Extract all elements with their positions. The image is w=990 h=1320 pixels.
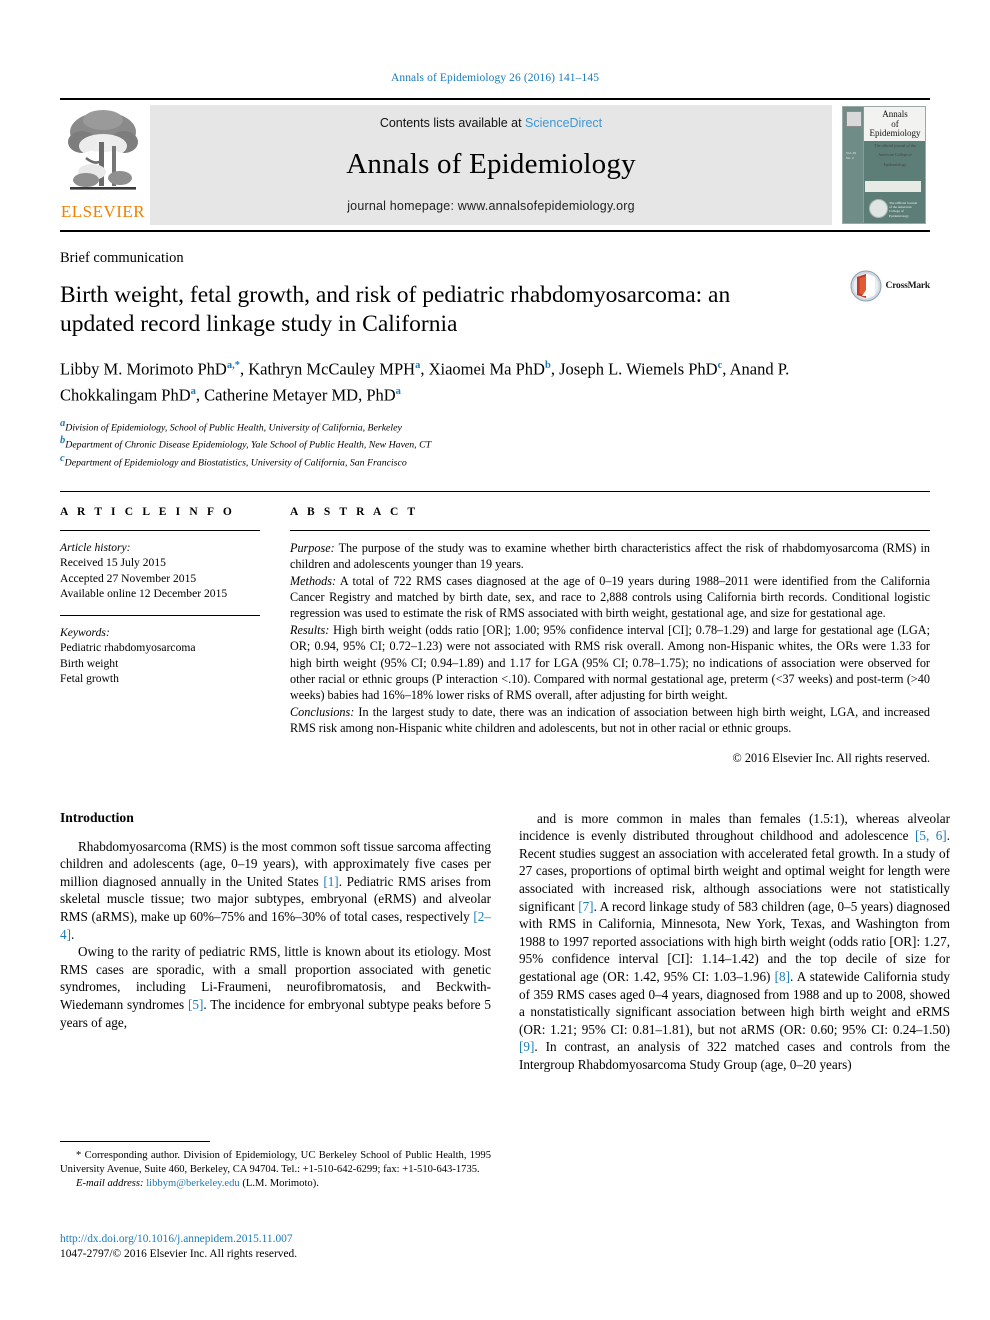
abstract-divider	[290, 529, 930, 531]
info-abstract-region: A R T I C L E I N F O Article history: R…	[60, 490, 930, 766]
body-right-column: and is more common in males than females…	[519, 810, 950, 1074]
affiliation-item: cDepartment of Epidemiology and Biostati…	[60, 452, 407, 468]
affiliation-marker: a	[60, 418, 66, 429]
cover-publisher-mark	[846, 111, 862, 127]
citation-link[interactable]: [7]	[578, 899, 593, 914]
email-label: E-mail address:	[76, 1178, 144, 1190]
section-heading-introduction: Introduction	[60, 809, 134, 825]
citation-link[interactable]: [2–4]	[60, 909, 491, 942]
body-paragraph: Owing to the rarity of pediatric RMS, li…	[60, 944, 491, 1030]
article-header: Brief communication CrossMark Birth weig…	[60, 232, 930, 469]
cover-title-line2: of	[891, 118, 899, 129]
elsevier-logo: ELSEVIER	[60, 102, 146, 228]
article-page: Annals of Epidemiology 26 (2016) 141–145	[0, 0, 990, 1320]
cover-title-line3: Epidemiology	[869, 128, 921, 138]
history-accepted: Accepted 27 November 2015	[60, 571, 197, 585]
body-paragraph: Rhabdomyosarcoma (RMS) is the most commo…	[60, 838, 491, 942]
email-suffix: (L.M. Morimoto).	[239, 1178, 319, 1190]
sciencedirect-link[interactable]: ScienceDirect	[525, 116, 602, 130]
citation-link[interactable]: [8]	[775, 969, 790, 984]
abstract-results-label: Results:	[290, 622, 330, 637]
abstract-results-text: High birth weight (odds ratio [OR]; 1.00…	[290, 622, 930, 703]
abstract-heading: A B S T R A C T	[290, 505, 419, 518]
body-left-column: Introduction Rhabdomyosarcoma (RMS) is t…	[60, 810, 491, 1074]
body-columns: Introduction Rhabdomyosarcoma (RMS) is t…	[60, 810, 950, 1074]
abstract-conclusions: Conclusions: In the largest study to dat…	[290, 704, 930, 737]
crossmark-icon	[850, 270, 882, 302]
running-head: Annals of Epidemiology 26 (2016) 141–145	[390, 72, 600, 84]
journal-title: Annals of Epidemiology	[346, 148, 636, 180]
page-title: Birth weight, fetal growth, and risk of …	[60, 282, 731, 337]
right-column-paragraphs: and is more common in males than females…	[519, 810, 950, 1074]
journal-cover-block: Annals of Epidemiology The official jour…	[838, 102, 930, 228]
author-list: Libby M. Morimoto PhDa,*, Kathryn McCaul…	[60, 359, 790, 405]
abstract-column: A B S T R A C T Purpose: The purpose of …	[290, 506, 930, 766]
abstract-conclusions-text: In the largest study to date, there was …	[290, 704, 930, 736]
abstract-methods: Methods: A total of 722 RMS cases diagno…	[290, 573, 930, 622]
abstract-purpose-text: The purpose of the study was to examine …	[290, 540, 930, 572]
crossmark-badge[interactable]: CrossMark	[850, 270, 930, 302]
affiliation-marker: c	[60, 452, 65, 464]
article-info-column: A R T I C L E I N F O Article history: R…	[60, 506, 260, 766]
journal-cover-thumbnail: Annals of Epidemiology The official jour…	[842, 106, 926, 224]
elsevier-tree-icon	[68, 110, 138, 190]
history-received: Received 15 July 2015	[60, 556, 166, 570]
abstract-copyright: © 2016 Elsevier Inc. All rights reserved…	[732, 750, 930, 765]
cover-subtitle: The official journal of the American Col…	[874, 142, 916, 167]
keyword-item: Fetal growth	[60, 672, 119, 686]
elsevier-wordmark: ELSEVIER	[60, 202, 146, 221]
info-divider-mid	[60, 614, 260, 616]
masthead-center: Contents lists available at ScienceDirec…	[150, 105, 832, 225]
doi-block: http://dx.doi.org/10.1016/j.annepidem.20…	[60, 1232, 491, 1262]
cover-title: Annals of Epidemiology The official jour…	[867, 109, 923, 169]
affiliation-marker: b	[60, 435, 66, 447]
corresponding-author-note: * Corresponding author. Division of Epid…	[60, 1150, 491, 1176]
email-link[interactable]: libbym@berkeley.edu	[146, 1178, 240, 1189]
citation-link[interactable]: [5, 6]	[915, 828, 947, 843]
cover-seal-text: The Official Journal of the American Col…	[889, 201, 918, 218]
citation-link[interactable]: [9]	[519, 1039, 534, 1054]
citation-link[interactable]: [1]	[323, 874, 338, 889]
abstract-conclusions-label: Conclusions:	[290, 704, 355, 719]
cover-society-seal-icon	[869, 199, 888, 218]
contents-available-line: Contents lists available at ScienceDirec…	[380, 116, 602, 130]
affiliation-item: bDepartment of Chronic Disease Epidemiol…	[60, 435, 432, 451]
article-history-label: Article history:	[60, 540, 131, 554]
crossmark-label: CrossMark	[885, 281, 931, 291]
abstract-methods-label: Methods:	[290, 573, 337, 588]
footnote-divider	[60, 1141, 210, 1142]
doi-link[interactable]: http://dx.doi.org/10.1016/j.annepidem.20…	[60, 1232, 491, 1247]
affiliation-list: aDivision of Epidemiology, School of Pub…	[60, 417, 930, 469]
journal-homepage-link[interactable]: journal homepage: www.annalsofepidemiolo…	[347, 199, 635, 213]
abstract-methods-text: A total of 722 RMS cases diagnosed at th…	[290, 573, 930, 621]
keywords-label: Keywords:	[60, 625, 110, 639]
left-column-paragraphs: Rhabdomyosarcoma (RMS) is the most commo…	[60, 838, 491, 1032]
abstract-results: Results: High birth weight (odds ratio […	[290, 622, 930, 704]
article-info-heading: A R T I C L E I N F O	[60, 505, 235, 518]
cover-white-stripe	[865, 181, 921, 192]
citation-link[interactable]: [5]	[188, 997, 203, 1012]
abstract-purpose-label: Purpose:	[290, 540, 335, 555]
article-type: Brief communication	[60, 250, 184, 266]
issn-copyright-line: 1047-2797/© 2016 Elsevier Inc. All right…	[60, 1248, 298, 1260]
cover-title-line1: Annals	[882, 109, 908, 119]
email-note: E-mail address: libbym@berkeley.edu (L.M…	[60, 1177, 491, 1191]
affiliation-item: aDivision of Epidemiology, School of Pub…	[60, 418, 402, 434]
abstract-purpose: Purpose: The purpose of the study was to…	[290, 540, 930, 573]
body-paragraph: and is more common in males than females…	[519, 810, 950, 1072]
history-available-online: Available online 12 December 2015	[60, 587, 228, 601]
footnote-block: * Corresponding author. Division of Epid…	[60, 1141, 491, 1192]
info-divider-top	[60, 529, 260, 531]
cover-volume-note: Vol. 26 No. 2	[846, 151, 857, 160]
contents-prefix: Contents lists available at	[379, 116, 526, 130]
journal-masthead: ELSEVIER Contents lists available at Sci…	[60, 98, 930, 232]
keyword-item: Pediatric rhabdomyosarcoma	[60, 641, 196, 655]
keyword-item: Birth weight	[60, 656, 119, 670]
